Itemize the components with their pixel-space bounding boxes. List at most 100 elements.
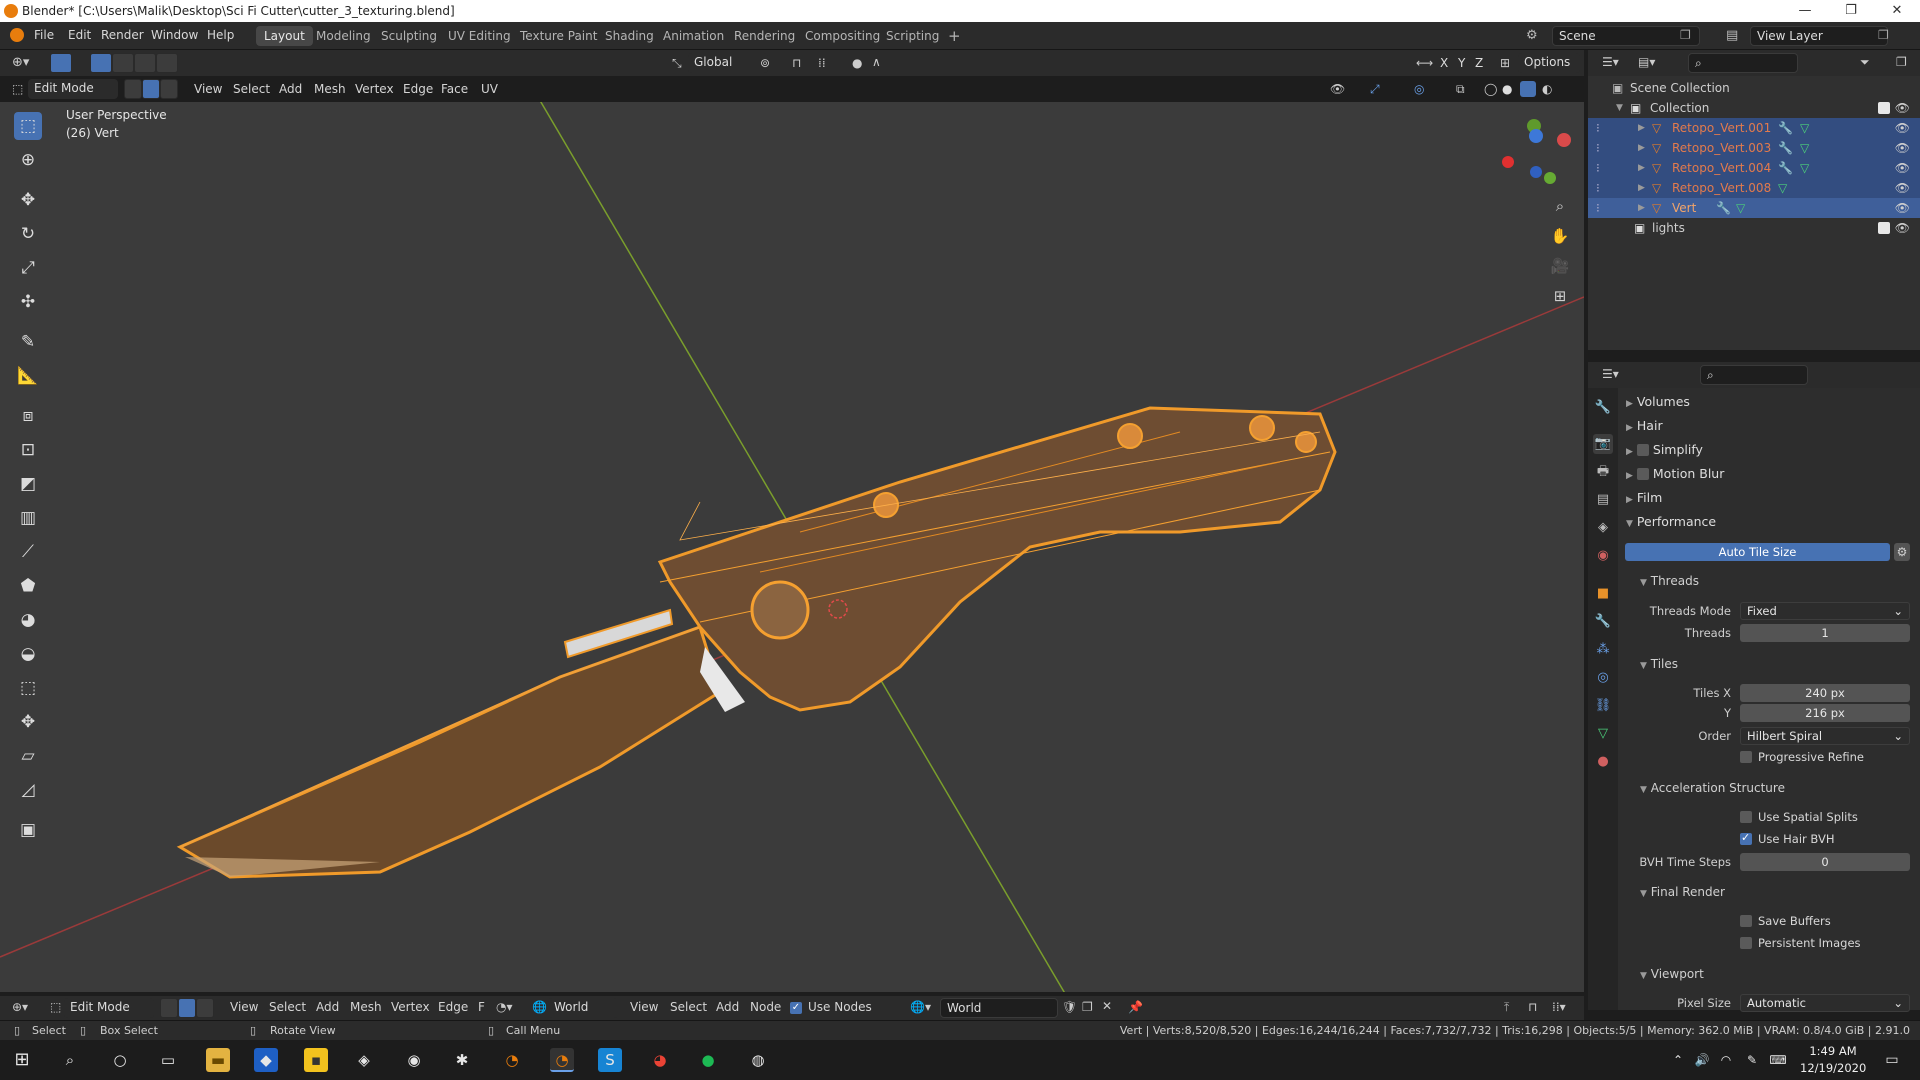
- spin-tool-icon[interactable]: ◕: [14, 606, 42, 634]
- view-layer-tab-icon[interactable]: ▤: [1593, 490, 1613, 510]
- chrome-icon[interactable]: ◕: [648, 1048, 672, 1072]
- pen-icon[interactable]: ✎: [1740, 1048, 1764, 1072]
- blender-icon[interactable]: ◔: [500, 1048, 524, 1072]
- tab-scripting[interactable]: Scripting: [878, 26, 947, 46]
- new-view-layer-icon[interactable]: ❐: [1878, 28, 1889, 42]
- scale-tool-icon[interactable]: ⤢: [14, 254, 42, 282]
- clock-time[interactable]: 1:49 AM: [1800, 1044, 1866, 1058]
- tiles-y-field[interactable]: 216 px: [1740, 704, 1910, 722]
- eye-icon[interactable]: 👁: [1895, 118, 1910, 138]
- tab-uv-editing[interactable]: UV Editing: [440, 26, 519, 46]
- expand-icon[interactable]: ▶: [1638, 138, 1645, 158]
- lights-checkbox[interactable]: [1878, 222, 1890, 234]
- eye-icon[interactable]: 👁: [1895, 138, 1910, 158]
- outliner-row-active-object[interactable]: ⁝ ▶ ▽ Vert 🔧 ▽ 👁: [1588, 198, 1920, 218]
- measure-tool-icon[interactable]: 📐: [14, 362, 42, 390]
- skype-icon[interactable]: S: [598, 1048, 622, 1072]
- edge-select-mode-icon[interactable]: [142, 79, 160, 99]
- camera-view-icon[interactable]: 🎥: [1548, 254, 1572, 278]
- menu-edit[interactable]: Edit: [68, 28, 91, 42]
- tab-rendering[interactable]: Rendering: [726, 26, 803, 46]
- wifi-icon[interactable]: ◠: [1714, 1048, 1738, 1072]
- notification-icon[interactable]: ▭: [1880, 1048, 1904, 1072]
- unlink-icon[interactable]: ✕: [1102, 999, 1112, 1013]
- node-menu-add[interactable]: Add: [716, 1000, 739, 1014]
- eye-icon[interactable]: 👁: [1895, 158, 1910, 178]
- extrude-tool-icon[interactable]: ⧈: [14, 402, 42, 430]
- sticky-notes-icon[interactable]: ▪: [304, 1048, 328, 1072]
- use-nodes-checkbox[interactable]: ✓: [790, 1002, 802, 1014]
- outliner-row-collection[interactable]: ▼ ▣ Collection 👁: [1588, 98, 1920, 118]
- app-icon[interactable]: ◈: [352, 1048, 376, 1072]
- section-hair[interactable]: ▶ Hair: [1626, 415, 1663, 437]
- bottom-menu-add[interactable]: Add: [316, 1000, 339, 1014]
- scene-selector-icon[interactable]: ⚙: [1526, 28, 1542, 44]
- scene-field[interactable]: Scene: [1552, 26, 1700, 46]
- xray-icon[interactable]: ⧉: [1456, 82, 1465, 97]
- cursor-tool-icon[interactable]: ⊕: [14, 146, 42, 174]
- pivot-icon[interactable]: ⊚: [760, 56, 770, 70]
- bottom-menu-edge[interactable]: Edge: [438, 1000, 468, 1014]
- snap-icon[interactable]: ⊓: [1528, 1000, 1537, 1014]
- tiles-x-field[interactable]: 240 px: [1740, 684, 1910, 702]
- menu-add[interactable]: Add: [279, 82, 302, 96]
- bottom-menu-vertex[interactable]: Vertex: [391, 1000, 430, 1014]
- view-layer-field[interactable]: View Layer: [1750, 26, 1888, 46]
- github-icon[interactable]: ◍: [746, 1048, 770, 1072]
- progressive-refine-checkbox[interactable]: Progressive Refine: [1740, 749, 1864, 765]
- use-spatial-splits-checkbox[interactable]: Use Spatial Splits: [1740, 809, 1858, 825]
- minimize-button[interactable]: —: [1782, 0, 1828, 22]
- bottom-menu-mesh[interactable]: Mesh: [350, 1000, 382, 1014]
- outliner-row-object[interactable]: ⁝ ▶ ▽ Retopo_Vert.004 🔧 ▽ 👁: [1588, 158, 1920, 178]
- select-subtract-icon[interactable]: [134, 53, 156, 73]
- fake-user-icon[interactable]: 🛡: [1062, 1000, 1077, 1014]
- knife-tool-icon[interactable]: ⟋: [14, 538, 42, 566]
- new-collection-icon[interactable]: ❐: [1896, 55, 1907, 69]
- snap-icon[interactable]: ⊓: [792, 56, 801, 70]
- zoom-icon[interactable]: ⌕: [1548, 194, 1572, 218]
- editor-type-icon[interactable]: ⊕▾: [12, 1000, 28, 1014]
- auto-merge-icon[interactable]: ⊞: [1500, 56, 1510, 70]
- restore-button[interactable]: ❐: [1828, 0, 1874, 22]
- subsection-viewport[interactable]: ▼ Viewport: [1640, 963, 1704, 985]
- persistent-images-checkbox[interactable]: Persistent Images: [1740, 935, 1861, 951]
- vertex-select-mode-icon[interactable]: [124, 79, 142, 99]
- expand-icon[interactable]: ▶: [1638, 118, 1645, 138]
- eye-icon[interactable]: 👁: [1895, 198, 1910, 218]
- eye-icon[interactable]: 👁: [1895, 218, 1910, 238]
- eye-icon[interactable]: 👁: [1895, 98, 1910, 118]
- outliner-search-input[interactable]: ⌕: [1688, 53, 1798, 73]
- keyboard-icon[interactable]: ⌨: [1766, 1048, 1790, 1072]
- inset-tool-icon[interactable]: ⊡: [14, 436, 42, 464]
- auto-tile-size-button[interactable]: Auto Tile Size: [1625, 543, 1890, 561]
- move-tool-icon[interactable]: ✥: [14, 186, 42, 214]
- vertex-select-mode-icon[interactable]: [160, 998, 178, 1018]
- proportional-edit-icon[interactable]: ●: [852, 56, 862, 70]
- blender-active-icon[interactable]: ◔: [550, 1048, 574, 1072]
- threads-count-field[interactable]: 1: [1740, 624, 1910, 642]
- pan-hand-icon[interactable]: ✋: [1548, 224, 1572, 248]
- task-view-icon[interactable]: ▭: [156, 1048, 180, 1072]
- blender-menu-icon[interactable]: [10, 28, 24, 42]
- tab-animation[interactable]: Animation: [655, 26, 732, 46]
- tab-modeling[interactable]: Modeling: [308, 26, 379, 46]
- axis-z-button[interactable]: Z: [1475, 56, 1483, 70]
- eye-icon[interactable]: 👁: [1895, 178, 1910, 198]
- section-film[interactable]: ▶ Film: [1626, 487, 1662, 509]
- parent-node-icon[interactable]: ⤒: [1504, 1000, 1509, 1015]
- tray-chevron-icon[interactable]: ⌃: [1666, 1048, 1690, 1072]
- mirror-icon[interactable]: ⟷: [1416, 56, 1433, 70]
- wireframe-shading-icon[interactable]: ◯: [1484, 82, 1497, 96]
- add-workspace-button[interactable]: +: [940, 26, 969, 46]
- menu-mesh[interactable]: Mesh: [314, 82, 346, 96]
- section-motion-blur[interactable]: ▶ Motion Blur: [1626, 463, 1724, 485]
- gizmo-icon[interactable]: ⤢: [1370, 82, 1380, 97]
- transform-tool-icon[interactable]: ✣: [14, 288, 42, 316]
- tab-shading[interactable]: Shading: [597, 26, 662, 46]
- pin-icon[interactable]: 📌: [1128, 1000, 1143, 1014]
- volume-icon[interactable]: 🔊: [1690, 1048, 1714, 1072]
- world-browse-icon[interactable]: 🌐▾: [910, 1000, 931, 1014]
- use-hair-bvh-checkbox[interactable]: Use Hair BVH: [1740, 830, 1834, 847]
- subsection-final-render[interactable]: ▼ Final Render: [1640, 881, 1725, 903]
- edge-slide-tool-icon[interactable]: ⬚: [14, 674, 42, 702]
